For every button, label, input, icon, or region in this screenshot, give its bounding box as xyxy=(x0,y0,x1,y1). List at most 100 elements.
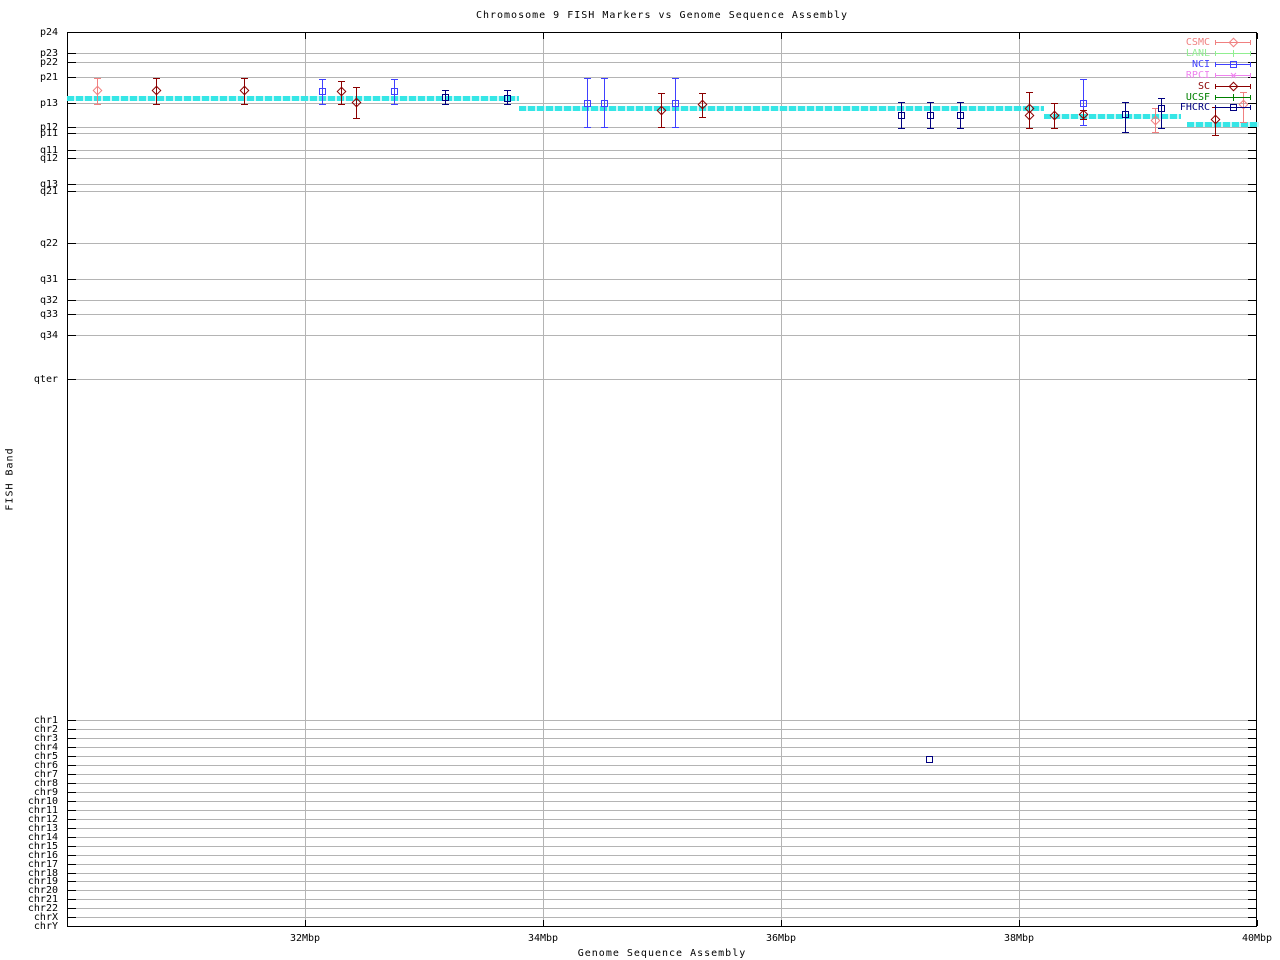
error-bar-cap xyxy=(699,93,706,94)
axis-tick xyxy=(68,379,76,380)
error-bar-cap xyxy=(319,79,326,80)
error-bar-cap xyxy=(353,118,360,119)
legend-sample-cap xyxy=(1215,105,1216,110)
error-bar-cap xyxy=(898,128,905,129)
axis-tick xyxy=(68,908,76,909)
error-bar-cap xyxy=(442,90,449,91)
error-bar-cap xyxy=(391,104,398,105)
axis-tick xyxy=(68,300,76,301)
legend-sample-cap xyxy=(1250,84,1251,89)
axis-tick xyxy=(68,53,76,54)
assembly-line-segment xyxy=(67,96,519,101)
gridline-y xyxy=(68,792,1256,793)
axis-tick xyxy=(68,729,76,730)
gridline-y xyxy=(68,314,1256,315)
error-bar-cap xyxy=(504,90,511,91)
axis-tick xyxy=(68,765,76,766)
axis-tick xyxy=(68,243,76,244)
axis-tick xyxy=(1248,783,1256,784)
legend-marker-NCI xyxy=(1230,61,1237,68)
error-bar-cap xyxy=(153,104,160,105)
gridline-y xyxy=(68,133,1256,134)
axis-tick xyxy=(305,33,306,39)
axis-tick xyxy=(1248,917,1256,918)
axis-tick xyxy=(68,774,76,775)
axis-tick-label: q22 xyxy=(0,238,58,249)
axis-tick xyxy=(1248,873,1256,874)
axis-tick xyxy=(68,62,76,63)
axis-tick-label: q21 xyxy=(0,186,58,197)
gridline-x xyxy=(1019,33,1020,926)
axis-tick xyxy=(1248,191,1256,192)
axis-tick xyxy=(68,314,76,315)
gridline-y xyxy=(68,184,1256,185)
axis-tick xyxy=(1248,184,1256,185)
chart-canvas: Chromosome 9 FISH Markers vs Genome Sequ… xyxy=(0,0,1280,960)
axis-tick xyxy=(68,150,76,151)
error-bar-cap xyxy=(241,78,248,79)
axis-tick xyxy=(68,890,76,891)
axis-tick xyxy=(1248,819,1256,820)
axis-tick-label: p22 xyxy=(0,57,58,68)
gridline-y xyxy=(68,191,1256,192)
error-bar-cap xyxy=(94,78,101,79)
error-bar-cap xyxy=(699,117,706,118)
error-bar-cap xyxy=(338,104,345,105)
error-bar-cap xyxy=(1051,103,1058,104)
error-bar-cap xyxy=(338,81,345,82)
data-point-FHCRC xyxy=(957,112,964,119)
error-bar-cap xyxy=(241,104,248,105)
error-bar-cap xyxy=(1212,135,1219,136)
gridline-y xyxy=(68,335,1256,336)
axis-tick-label: q32 xyxy=(0,295,58,306)
gridline-y xyxy=(68,765,1256,766)
gridline-y xyxy=(68,890,1256,891)
error-bar-cap xyxy=(658,127,665,128)
legend-marker-UCSF xyxy=(1233,94,1234,101)
legend-sample-cap xyxy=(1250,40,1251,45)
data-point-NCI xyxy=(672,100,679,107)
error-bar-cap xyxy=(1080,125,1087,126)
axis-tick xyxy=(68,158,76,159)
axis-tick-label: qter xyxy=(0,374,58,385)
axis-tick xyxy=(1248,379,1256,380)
axis-tick xyxy=(1248,881,1256,882)
axis-tick-label: 32Mbp xyxy=(270,933,340,944)
data-point-FHCRC xyxy=(898,112,905,119)
error-bar-cap xyxy=(957,128,964,129)
legend-label-LANL: LANL xyxy=(1090,48,1210,59)
data-point-FHCRC xyxy=(927,112,934,119)
axis-tick xyxy=(68,77,76,78)
axis-tick xyxy=(68,881,76,882)
gridline-y xyxy=(68,774,1256,775)
error-bar-cap xyxy=(672,78,679,79)
legend-label-RPCI: RPCI xyxy=(1090,70,1210,81)
axis-tick xyxy=(68,783,76,784)
error-bar-cap xyxy=(1240,92,1247,93)
axis-tick-label: chrY xyxy=(0,921,58,932)
gridline-y xyxy=(68,873,1256,874)
axis-tick xyxy=(1248,774,1256,775)
axis-tick xyxy=(1248,133,1256,134)
error-bar-cap xyxy=(658,93,665,94)
error-bar-cap xyxy=(319,104,326,105)
axis-tick-label: q33 xyxy=(0,309,58,320)
error-bar-cap xyxy=(442,104,449,105)
axis-tick xyxy=(1257,920,1258,926)
axis-tick xyxy=(1019,920,1020,926)
legend-sample-cap xyxy=(1250,51,1251,56)
legend-marker-LANL xyxy=(1233,50,1234,57)
gridline-x xyxy=(543,33,544,926)
gridline-y xyxy=(68,837,1256,838)
gridline-y xyxy=(68,279,1256,280)
axis-tick xyxy=(1248,103,1256,104)
axis-tick xyxy=(68,184,76,185)
data-point-NCI xyxy=(319,88,326,95)
axis-tick xyxy=(68,873,76,874)
axis-tick xyxy=(1248,279,1256,280)
error-bar-cap xyxy=(504,104,511,105)
legend-sample-cap xyxy=(1215,84,1216,89)
gridline-y xyxy=(68,783,1256,784)
legend-sample-cap xyxy=(1215,73,1216,78)
error-bar-cap xyxy=(391,79,398,80)
